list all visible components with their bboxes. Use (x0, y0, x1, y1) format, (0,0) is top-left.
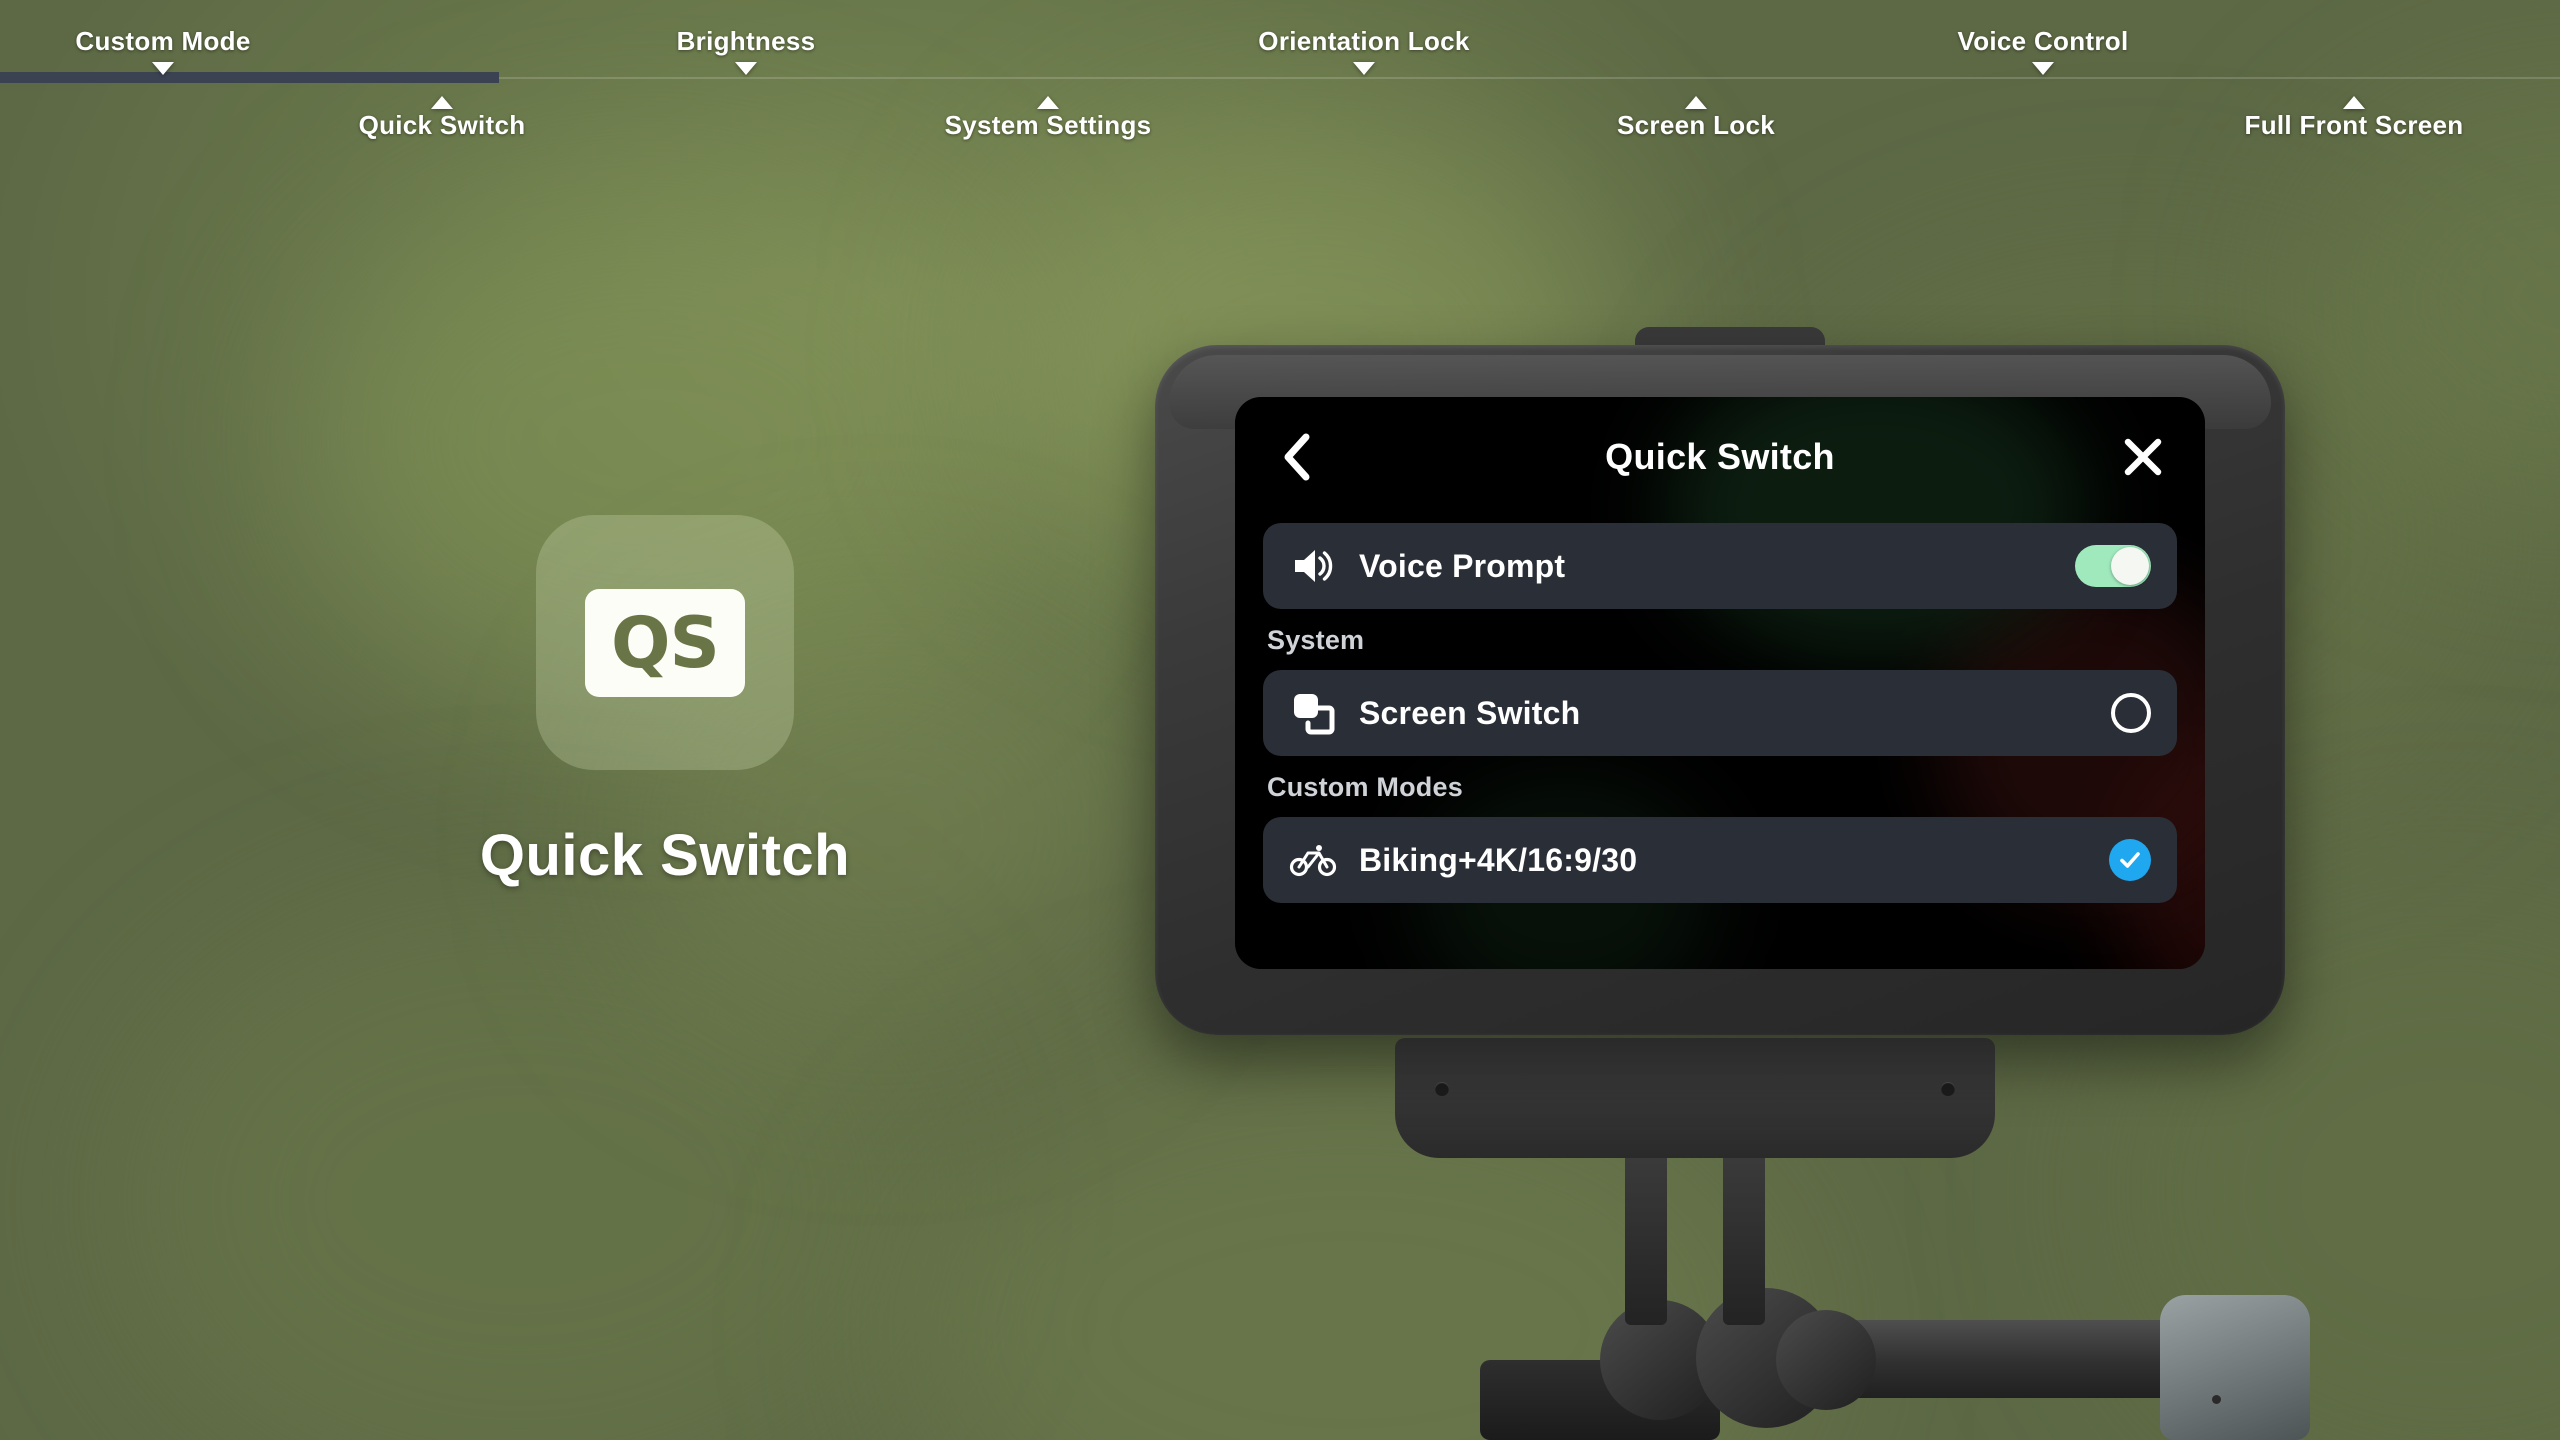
row-screen-switch[interactable]: Screen Switch (1263, 670, 2177, 756)
row-label-screen-switch: Screen Switch (1359, 694, 1581, 731)
biking-mode-radio-selected[interactable] (2109, 839, 2151, 881)
back-button[interactable] (1273, 429, 1319, 485)
row-biking-mode[interactable]: Biking+4K/16:9/30 (1263, 817, 2177, 903)
voice-prompt-toggle[interactable] (2075, 545, 2151, 587)
plate-screw (1941, 1082, 1955, 1096)
tripod-pole-cap (2160, 1295, 2310, 1440)
chevron-down-icon (1353, 62, 1375, 75)
page-title: Quick Switch (479, 823, 851, 888)
topbar-item-0-label[interactable]: Custom Mode (75, 26, 250, 57)
camera-touchscreen[interactable]: Quick Switch Voice Prompt System Screen … (1235, 397, 2205, 969)
chevron-left-icon (1284, 433, 1310, 481)
plate-screw (1435, 1082, 1449, 1096)
cap-dot (2212, 1395, 2221, 1404)
screen-switch-icon (1289, 689, 1337, 737)
chevron-down-icon (2032, 62, 2054, 75)
mount-arm-prong (1723, 1145, 1765, 1325)
toggle-knob (2111, 547, 2149, 585)
pivot-disc (1776, 1310, 1876, 1410)
section-heading-system: System (1267, 625, 1365, 655)
close-x-icon (2124, 438, 2162, 476)
topbar-item-lower-1-label[interactable]: System Settings (945, 110, 1152, 141)
app-icon-label: QS (611, 601, 720, 684)
chevron-down-icon (735, 62, 757, 75)
topbar-item-3-label[interactable]: Voice Control (1958, 26, 2129, 57)
chevron-up-icon (1037, 96, 1059, 109)
topbar-item-2-label[interactable]: Orientation Lock (1258, 26, 1469, 57)
topbar-item-lower-3-label[interactable]: Full Front Screen (2245, 110, 2464, 141)
app-icon-tile: QS (585, 588, 745, 697)
screen-header: Quick Switch (1263, 397, 2177, 517)
camera-mount-plate (1395, 1038, 1995, 1158)
action-camera: Quick Switch Voice Prompt System Screen … (1155, 327, 2285, 1035)
chevron-up-icon (431, 96, 453, 109)
chevron-down-icon (152, 62, 174, 75)
speaker-volume-icon (1289, 542, 1337, 590)
camera-screen-ui: Quick Switch Voice Prompt System Screen … (1235, 397, 2205, 969)
row-voice-prompt[interactable]: Voice Prompt (1263, 523, 2177, 609)
gesture-hint-topbar: Custom Mode Brightness Orientation Lock Voi… (0, 0, 2560, 160)
bicycle-icon (1289, 836, 1337, 884)
topbar-item-lower-0-label[interactable]: Quick Switch (359, 110, 526, 141)
hero-panel: QS Quick Switch (405, 515, 925, 889)
screen-title: Quick Switch (1605, 436, 1835, 477)
chevron-up-icon (2343, 96, 2365, 109)
section-heading-custom-modes: Custom Modes (1267, 772, 1463, 802)
check-icon (2120, 852, 2140, 868)
chevron-up-icon (1685, 96, 1707, 109)
mount-arm (1625, 1145, 1765, 1325)
mount-arm-prong (1625, 1145, 1667, 1325)
row-label-biking-mode: Biking+4K/16:9/30 (1359, 841, 1638, 878)
screen-switch-radio[interactable] (2111, 693, 2151, 733)
row-label-voice-prompt: Voice Prompt (1359, 547, 1566, 584)
close-button[interactable] (2117, 431, 2169, 483)
quick-switch-app-icon[interactable]: QS (536, 515, 794, 770)
topbar-item-lower-2-label[interactable]: Screen Lock (1617, 110, 1775, 141)
topbar-item-1-label[interactable]: Brightness (677, 26, 816, 57)
